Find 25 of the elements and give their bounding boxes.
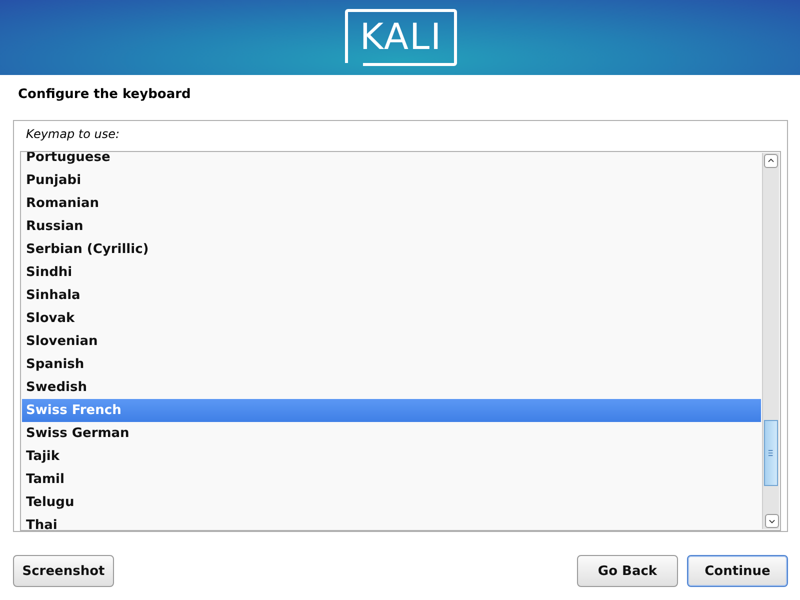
keymap-item[interactable]: Telugu xyxy=(22,491,761,514)
keymap-item[interactable]: Sinhala xyxy=(22,284,761,307)
keymap-item[interactable]: Russian xyxy=(22,215,761,238)
keymap-item[interactable]: Serbian (Cyrillic) xyxy=(22,238,761,261)
scroll-up-icon[interactable] xyxy=(764,154,778,168)
back-button[interactable]: Go Back xyxy=(577,555,678,587)
keymap-item[interactable]: Spanish xyxy=(22,353,761,376)
keymap-item[interactable]: Slovenian xyxy=(22,330,761,353)
keymap-item[interactable]: Swiss German xyxy=(22,422,761,445)
keymap-item[interactable]: Romanian xyxy=(22,192,761,215)
keymap-label: Keymap to use: xyxy=(25,126,121,143)
screenshot-button[interactable]: Screenshot xyxy=(13,555,114,587)
keymap-item[interactable]: Tajik xyxy=(22,445,761,468)
keymap-item[interactable]: Punjabi xyxy=(22,169,761,192)
keymap-item[interactable]: Swedish xyxy=(22,376,761,399)
scrollbar[interactable] xyxy=(762,153,779,529)
keymap-item[interactable]: Sindhi xyxy=(22,261,761,284)
page-title: Configure the keyboard xyxy=(17,86,192,104)
scroll-down-icon[interactable] xyxy=(765,514,779,528)
keymap-item[interactable]: Thai xyxy=(22,514,761,530)
continue-button[interactable]: Continue xyxy=(687,555,788,587)
kali-logo: KALI xyxy=(345,9,457,66)
keymap-item[interactable]: Tamil xyxy=(22,468,761,491)
keymap-item[interactable]: Slovak xyxy=(22,307,761,330)
scroll-thumb[interactable] xyxy=(764,420,778,486)
